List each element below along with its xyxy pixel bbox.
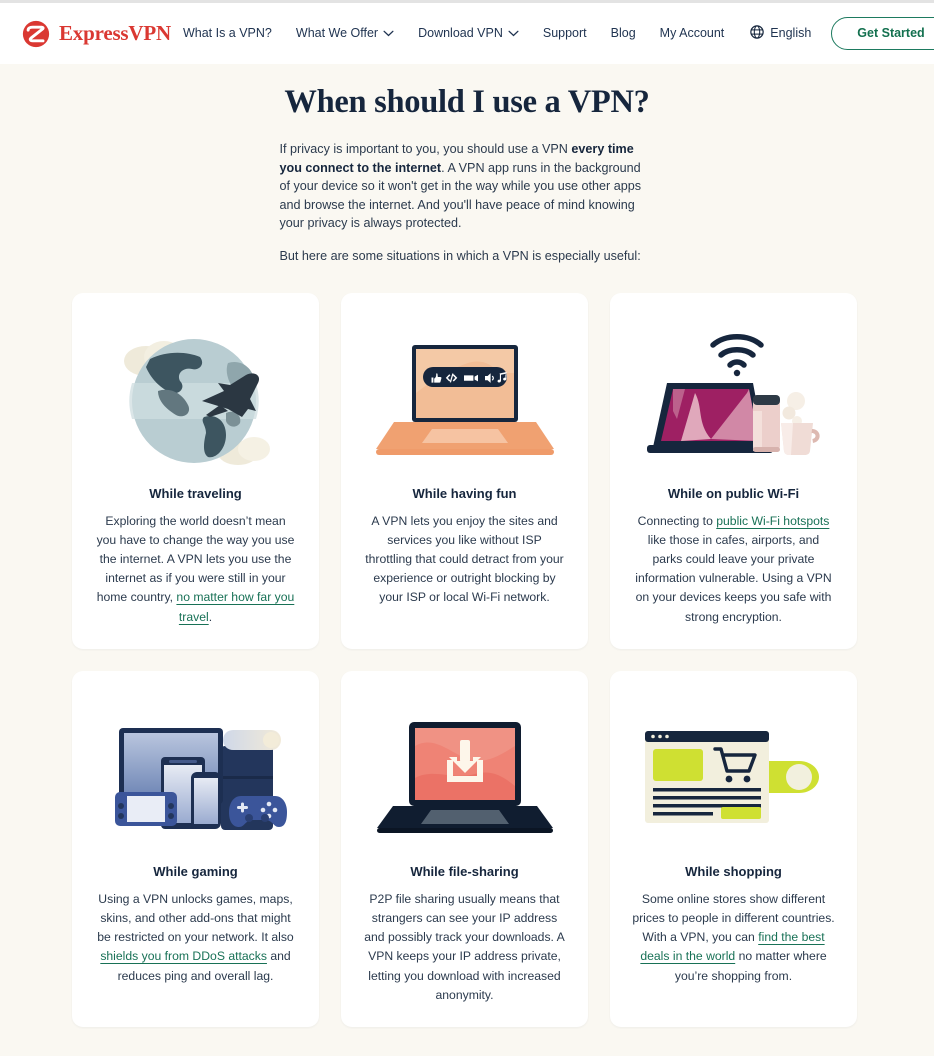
card-inline-link[interactable]: no matter how far you travel: [176, 590, 294, 623]
card-title: While file-sharing: [410, 863, 519, 879]
card-inline-link[interactable]: public Wi-Fi hotspots: [716, 514, 829, 528]
get-started-button[interactable]: Get Started: [831, 17, 934, 50]
card-body-part-a: Using a VPN unlocks games, maps, skins, …: [97, 891, 294, 945]
nav-label: My Account: [659, 26, 725, 41]
laptop-trackpad-area: [420, 810, 509, 825]
status-bar-pill: [223, 729, 281, 750]
laptop-foot: [376, 449, 554, 456]
card-body: Some online stores show different prices…: [632, 890, 835, 986]
nav-item-what-is-a-vpn[interactable]: What Is a VPN?: [171, 27, 284, 40]
nav-label: What Is a VPN?: [182, 26, 272, 41]
logo-wordmark: ExpressVPN: [59, 21, 171, 45]
cta-block: [720, 806, 761, 819]
card-while-traveling: While traveling Exploring the world does…: [72, 292, 319, 649]
laptop-foot: [376, 828, 553, 834]
nav-label: Download VPN: [418, 26, 503, 41]
intro-paragraph-1: If privacy is important to you, you shou…: [280, 140, 655, 233]
card-body-part-a: Connecting to: [637, 513, 717, 528]
text-line: [652, 803, 761, 808]
expressvpn-logo[interactable]: ExpressVPN: [22, 20, 171, 48]
card-body: Using a VPN unlocks games, maps, skins, …: [94, 890, 297, 986]
nav-item-what-we-offer[interactable]: What We Offer: [284, 27, 406, 40]
card-title: While having fun: [412, 485, 517, 501]
text-line: [652, 795, 761, 800]
intro-paragraph-2: But here are some situations in which a …: [279, 248, 641, 263]
steam-bubbles: [782, 391, 805, 426]
nav-item-blog[interactable]: Blog: [599, 27, 648, 40]
intro-section: When should I use a VPN? If privacy is i…: [280, 64, 655, 266]
nav-label: Blog: [610, 26, 636, 41]
card-body: A VPN lets you enjoy the sites and servi…: [363, 512, 566, 608]
card-while-on-public-wifi: While on public Wi-Fi Connecting to publ…: [610, 292, 857, 649]
chevron-down-icon: [508, 27, 519, 40]
handheld-console: [115, 791, 177, 826]
card-title: While shopping: [685, 863, 782, 879]
site-header: ExpressVPN What Is a VPN? What We Offer …: [0, 3, 934, 64]
card-inline-link[interactable]: shields you from DDoS attacks: [100, 949, 267, 963]
card-body-part-b: like those in cafes, airports, and parks…: [635, 532, 832, 624]
browser-window: [644, 730, 769, 823]
coffee-mug: [781, 422, 820, 455]
card-body-part-a: A VPN lets you enjoy the sites and servi…: [365, 513, 564, 605]
card-body-part-a: P2P file sharing usually means that stra…: [364, 891, 565, 1002]
browser-shopping-cart-illustration: [632, 689, 835, 864]
nav-label: Support: [542, 26, 587, 41]
laptop-download-illustration: [363, 689, 566, 864]
page-title: When should I use a VPN?: [284, 84, 650, 120]
browser-titlebar: [644, 730, 769, 742]
language-selector[interactable]: English: [736, 25, 821, 42]
card-title: While gaming: [153, 863, 238, 879]
card-while-shopping: While shopping Some online stores show d…: [610, 670, 857, 1027]
price-tag: [764, 760, 819, 793]
text-line: [652, 811, 713, 816]
text-line: [652, 787, 761, 792]
card-body-part-b: .: [208, 609, 213, 624]
card-while-gaming: While gaming Using a VPN unlocks games, …: [72, 670, 319, 1027]
gaming-devices-illustration: [94, 689, 297, 864]
laptop-base-top: [422, 429, 508, 444]
content-block: [652, 748, 703, 781]
main-navigation: What Is a VPN? What We Offer Download VP…: [171, 17, 934, 50]
card-while-having-fun: While having fun A VPN lets you enjoy th…: [341, 292, 588, 649]
travel-tumbler: [753, 394, 780, 452]
card-body: Connecting to public Wi-Fi hotspots like…: [632, 512, 835, 627]
card-body: P2P file sharing usually means that stra…: [363, 890, 566, 1005]
card-while-file-sharing: While file-sharing P2P file sharing usua…: [341, 670, 588, 1027]
globe-icon: [750, 25, 765, 42]
nav-item-support[interactable]: Support: [531, 27, 599, 40]
chevron-down-icon: [383, 27, 394, 40]
intro-p1-part-a: If privacy is important to you, you shou…: [279, 142, 572, 156]
card-title: While traveling: [149, 485, 242, 501]
laptop-media-icons-illustration: [363, 311, 566, 486]
wifi-icon: [710, 333, 764, 376]
card-title: While on public Wi-Fi: [667, 485, 800, 501]
smartphone: [191, 771, 221, 829]
globe-airplane-clouds-illustration: [94, 311, 297, 486]
nav-label: What We Offer: [295, 26, 379, 41]
nav-item-my-account[interactable]: My Account: [648, 27, 737, 40]
laptop-wifi-coffee-illustration: [632, 311, 835, 486]
nav-item-download-vpn[interactable]: Download VPN: [406, 27, 531, 40]
card-body: Exploring the world doesn’t mean you hav…: [94, 512, 297, 627]
language-label: English: [770, 26, 812, 41]
expressvpn-logo-icon: [22, 20, 50, 48]
use-case-card-grid: While traveling Exploring the world does…: [72, 292, 862, 1027]
